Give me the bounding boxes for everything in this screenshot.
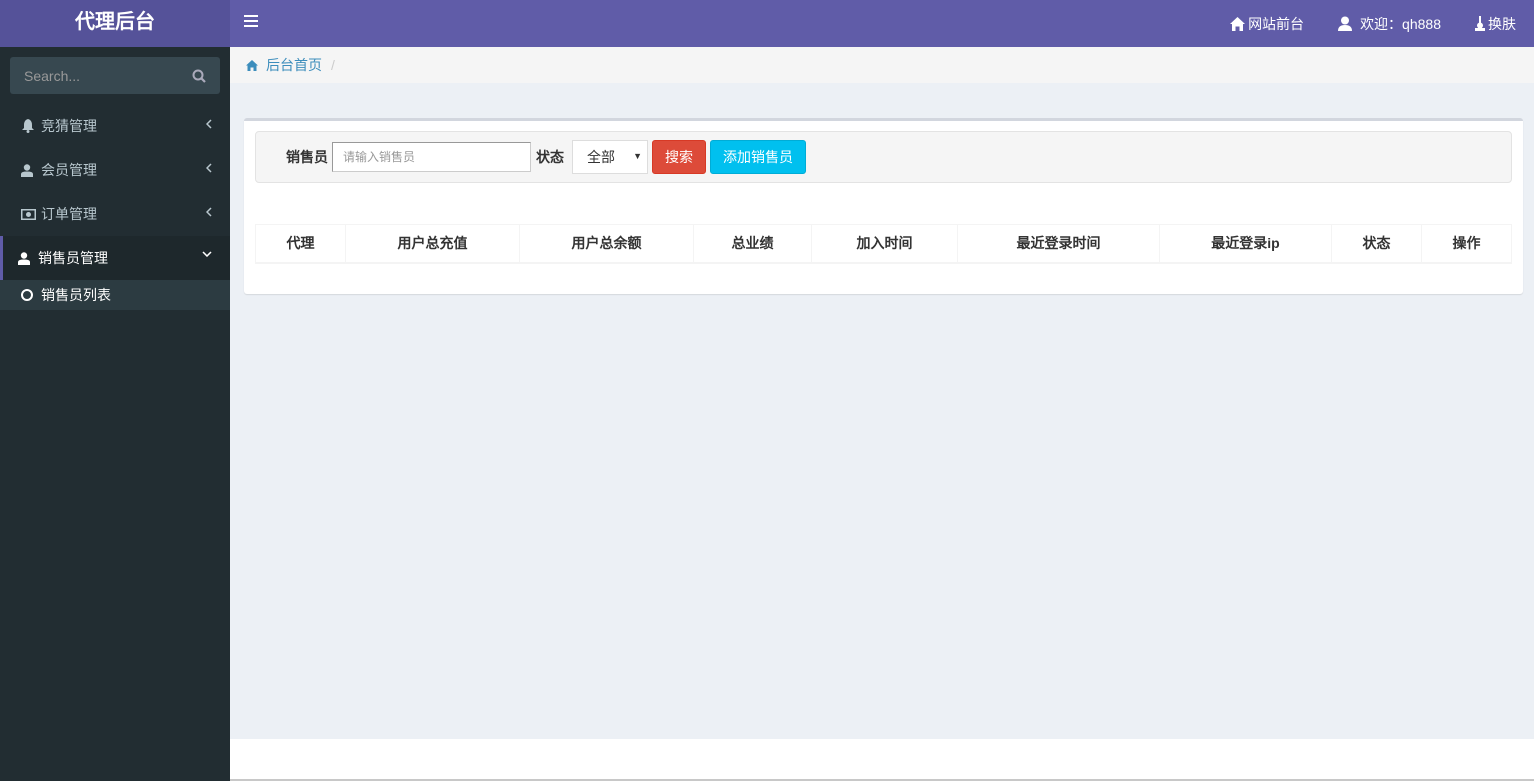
skin-toggle[interactable]: 换肤 — [1469, 14, 1522, 34]
site-front-link[interactable]: 网站前台 — [1224, 14, 1310, 34]
seller-label: 销售员 — [286, 149, 328, 165]
column-header-status: 状态 — [1331, 224, 1422, 264]
sidebar-item-label: 销售员管理 — [38, 250, 108, 266]
top-right-menu: 网站前台 欢迎：qh888 换肤 — [1224, 0, 1534, 47]
sidebar-item-members[interactable]: 会员管理 — [0, 148, 230, 192]
user-icon — [1338, 16, 1353, 31]
welcome-text: 欢迎：qh888 — [1360, 15, 1441, 32]
sidebar-item-label: 竞猜管理 — [41, 118, 97, 134]
top-navbar: 网站前台 欢迎：qh888 换肤 — [230, 0, 1534, 47]
status-label: 状态 — [536, 149, 564, 165]
skin-icon — [1475, 16, 1485, 31]
home-icon — [246, 59, 258, 71]
column-header-actions: 操作 — [1421, 224, 1512, 264]
skin-label: 换肤 — [1488, 15, 1516, 32]
sidebar-search — [10, 57, 220, 94]
sidebar-toggle-icon[interactable] — [244, 15, 258, 29]
app-logo[interactable]: 代理后台 — [0, 0, 230, 47]
circle-icon — [21, 289, 33, 301]
seller-input[interactable] — [332, 142, 531, 172]
add-seller-button[interactable]: 添加销售员 — [710, 140, 806, 174]
user-menu[interactable]: 欢迎：qh888 — [1332, 14, 1447, 34]
sidebar-item-guess[interactable]: 竞猜管理 — [0, 104, 230, 148]
chevron-left-icon — [206, 163, 212, 173]
main-content: 后台首页 / 销售员 状态 全部 ▼ 搜索 添加销售员 代理 用户总充值 用户总… — [230, 47, 1534, 739]
status-select-wrap: 全部 ▼ — [568, 140, 652, 174]
filter-form: 销售员 状态 全部 ▼ 搜索 添加销售员 — [255, 131, 1512, 183]
column-header-last-login-ip: 最近登录ip — [1159, 224, 1332, 264]
sidebar-submenu-sellers: 销售员列表 — [0, 280, 230, 310]
money-icon — [21, 208, 36, 220]
user-icon — [18, 251, 30, 265]
search-button[interactable]: 搜索 — [652, 140, 706, 174]
breadcrumb-home-link[interactable]: 后台首页 — [246, 55, 322, 75]
column-header-total-balance: 用户总余额 — [519, 224, 694, 264]
sidebar-item-sellers[interactable]: 销售员管理 — [0, 236, 230, 280]
sidebar-item-label: 会员管理 — [41, 162, 97, 178]
user-icon — [21, 163, 33, 177]
chevron-left-icon — [206, 207, 212, 217]
sidebar-subitem-label: 销售员列表 — [41, 287, 111, 303]
column-header-join-time: 加入时间 — [811, 224, 958, 264]
seller-list-box: 销售员 状态 全部 ▼ 搜索 添加销售员 代理 用户总充值 用户总余额 总业绩 … — [244, 118, 1523, 294]
column-header-total-performance: 总业绩 — [693, 224, 812, 264]
sidebar-search-input[interactable] — [10, 57, 180, 94]
search-icon[interactable] — [192, 69, 206, 83]
sidebar-item-label: 订单管理 — [41, 206, 97, 222]
breadcrumb-separator: / — [331, 57, 335, 73]
sidebar-item-orders[interactable]: 订单管理 — [0, 192, 230, 236]
status-select[interactable]: 全部 — [572, 140, 648, 174]
column-header-total-recharge: 用户总充值 — [345, 224, 520, 264]
bell-icon — [22, 119, 34, 133]
home-icon — [1230, 16, 1246, 31]
site-front-label: 网站前台 — [1248, 15, 1305, 32]
column-header-agent: 代理 — [255, 224, 346, 264]
chevron-left-icon — [206, 119, 212, 129]
column-header-last-login-time: 最近登录时间 — [957, 224, 1160, 264]
sidebar-subitem-seller-list[interactable]: 销售员列表 — [0, 280, 230, 310]
breadcrumb: 后台首页 / — [230, 47, 1534, 83]
sidebar-menu: 竞猜管理 会员管理 订单管理 销售员管理 销售员列表 — [0, 104, 230, 310]
chevron-down-icon — [202, 251, 212, 257]
sidebar: 竞猜管理 会员管理 订单管理 销售员管理 销售员列表 — [0, 47, 230, 781]
seller-table: 代理 用户总充值 用户总余额 总业绩 加入时间 最近登录时间 最近登录ip 状态… — [255, 224, 1512, 264]
breadcrumb-home-label: 后台首页 — [266, 57, 322, 73]
table-header-row: 代理 用户总充值 用户总余额 总业绩 加入时间 最近登录时间 最近登录ip 状态… — [255, 224, 1512, 264]
footer — [230, 739, 1534, 781]
